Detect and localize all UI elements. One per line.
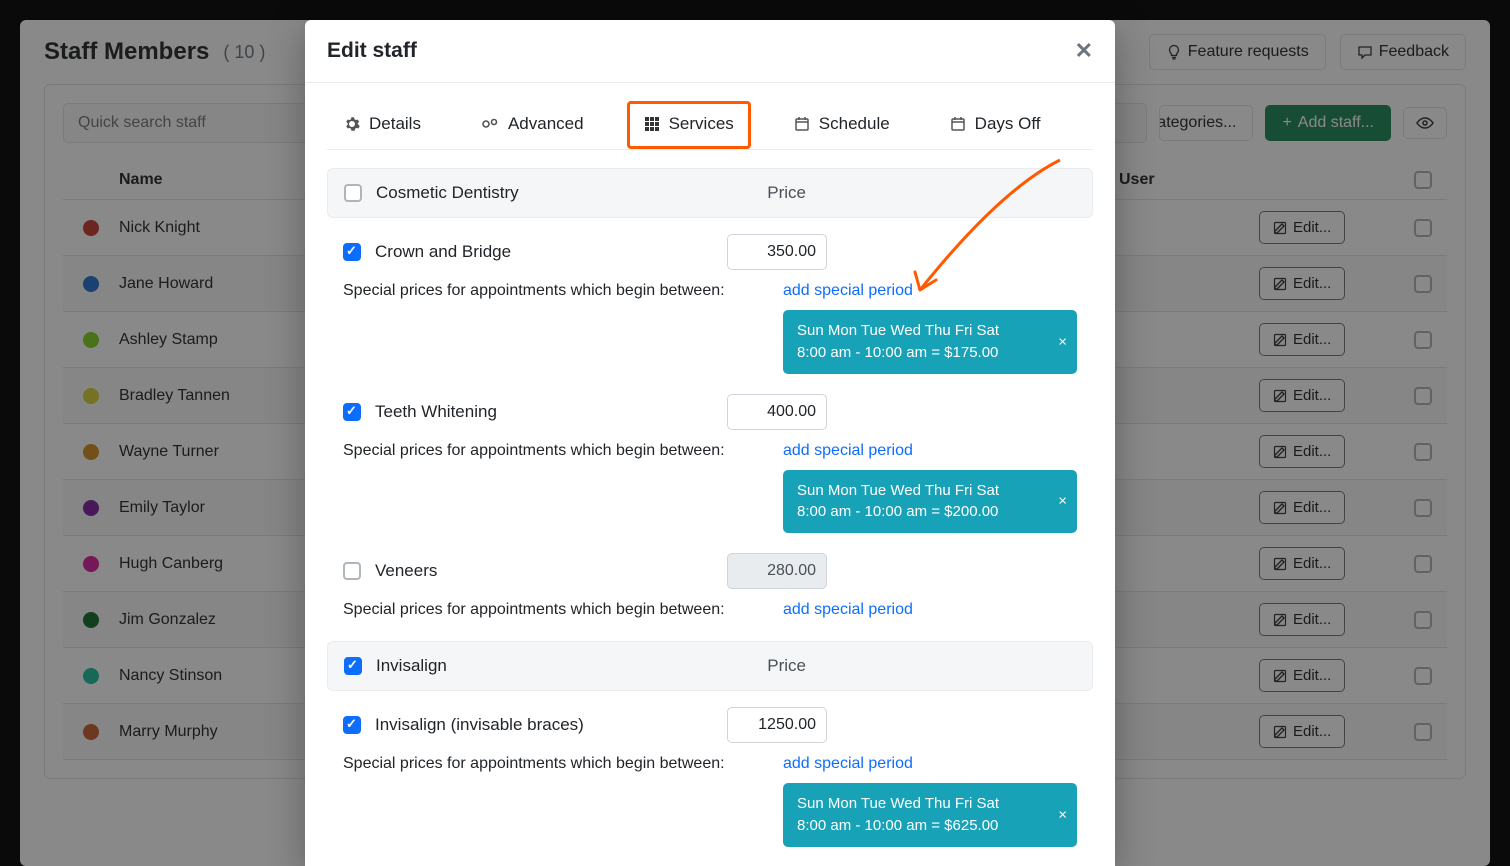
period-days: Sun Mon Tue Wed Thu Fri Sat [797,793,1041,815]
price-input[interactable] [727,707,827,743]
add-special-period-link[interactable]: add special period [783,282,913,300]
tab-services[interactable]: Services [627,101,751,149]
tab-services-label: Services [669,114,734,134]
price-input[interactable] [727,394,827,430]
service-row: Crown and Bridge Special prices for appo… [327,218,1093,378]
service-name: Teeth Whitening [375,402,497,422]
special-price-label: Special prices for appointments which be… [343,601,725,619]
category-header: Invisalign Price [327,641,1093,691]
category-checkbox[interactable] [344,657,362,675]
add-special-period-link[interactable]: add special period [783,442,913,460]
modal-tabs: Details Advanced Services Schedule Days … [327,101,1093,150]
price-header: Price [767,183,806,203]
service-name: Invisalign (invisable braces) [375,715,584,735]
add-special-period-link[interactable]: add special period [783,755,913,773]
tab-details[interactable]: Details [327,101,438,149]
period-days: Sun Mon Tue Wed Thu Fri Sat [797,320,1041,342]
tab-schedule[interactable]: Schedule [777,101,907,149]
modal-header: Edit staff ✕ [305,20,1115,83]
grid-icon [644,116,660,132]
period-time: 8:00 am - 10:00 am = $625.00 [797,815,1041,837]
service-row: Veneers Special prices for appointments … [327,537,1093,623]
service-name: Crown and Bridge [375,242,511,262]
period-days: Sun Mon Tue Wed Thu Fri Sat [797,480,1041,502]
category-name: Invisalign [376,656,447,676]
tab-daysoff-label: Days Off [975,114,1041,134]
tab-advanced-label: Advanced [508,114,584,134]
remove-period-icon[interactable]: × [1058,333,1067,350]
remove-period-icon[interactable]: × [1058,806,1067,823]
service-name: Veneers [375,561,437,581]
price-input[interactable] [727,234,827,270]
special-price-label: Special prices for appointments which be… [343,442,725,460]
service-checkbox[interactable] [343,562,361,580]
period-time: 8:00 am - 10:00 am = $175.00 [797,342,1041,364]
add-special-period-link[interactable]: add special period [783,601,913,619]
special-period-badge: Sun Mon Tue Wed Thu Fri Sat 8:00 am - 10… [783,470,1077,534]
modal-title: Edit staff [327,39,417,63]
category-header: Cosmetic Dentistry Price [327,168,1093,218]
special-period-badge: Sun Mon Tue Wed Thu Fri Sat 8:00 am - 10… [783,783,1077,847]
category-checkbox[interactable] [344,184,362,202]
calendar-icon [794,116,810,132]
service-row: Invisalign (invisable braces) Special pr… [327,691,1093,851]
special-period-badge: Sun Mon Tue Wed Thu Fri Sat 8:00 am - 10… [783,310,1077,374]
price-input[interactable] [727,553,827,589]
period-time: 8:00 am - 10:00 am = $200.00 [797,501,1041,523]
edit-staff-modal: Edit staff ✕ Details Advanced Services S… [305,20,1115,866]
tab-details-label: Details [369,114,421,134]
service-checkbox[interactable] [343,243,361,261]
price-header: Price [767,656,806,676]
special-price-label: Special prices for appointments which be… [343,755,725,773]
tab-schedule-label: Schedule [819,114,890,134]
service-row: Teeth Whitening Special prices for appoi… [327,378,1093,538]
service-checkbox[interactable] [343,716,361,734]
tab-daysoff[interactable]: Days Off [933,101,1058,149]
calendar-icon [950,116,966,132]
close-icon[interactable]: ✕ [1075,38,1093,64]
category-name: Cosmetic Dentistry [376,183,519,203]
remove-period-icon[interactable]: × [1058,493,1067,510]
gears-icon [481,116,499,132]
gear-icon [344,116,360,132]
service-checkbox[interactable] [343,403,361,421]
tab-advanced[interactable]: Advanced [464,101,601,149]
modal-body: Details Advanced Services Schedule Days … [305,83,1115,866]
special-price-label: Special prices for appointments which be… [343,282,725,300]
